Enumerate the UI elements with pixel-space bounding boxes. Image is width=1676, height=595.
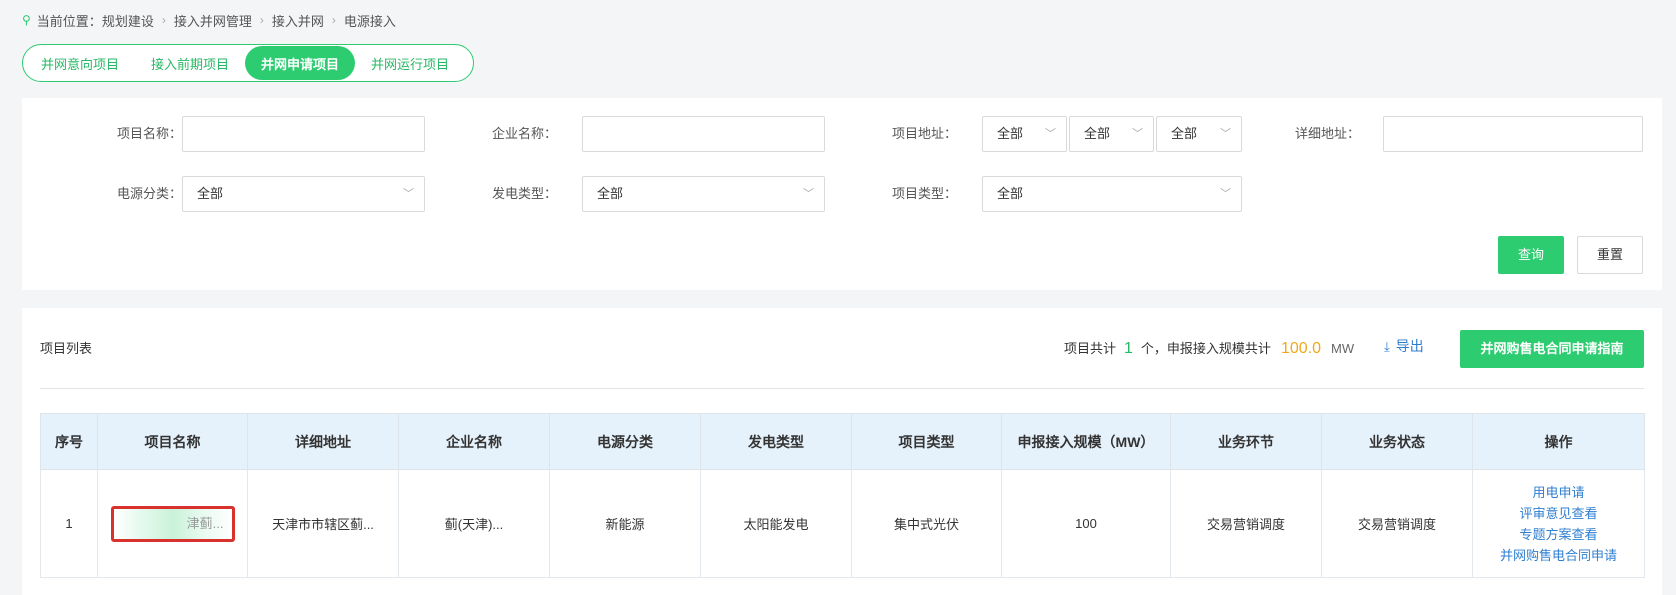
export-link[interactable]: ⤓ 导出 xyxy=(1384,336,1424,356)
generation-type-label: 发电类型： xyxy=(491,186,557,201)
power-category-label: 电源分类： xyxy=(116,186,182,201)
summary-prefix: 项目共计 xyxy=(1064,341,1117,356)
cell-actions: 用电申请 评审意见查看 专题方案查看 并网购售电合同申请 xyxy=(1472,469,1645,578)
breadcrumb-item-access-mgmt[interactable]: 接入并网管理 xyxy=(174,11,252,30)
col-company: 企业名称 xyxy=(398,413,550,470)
col-status: 业务状态 xyxy=(1321,413,1473,470)
project-type-label: 项目类型： xyxy=(891,186,957,201)
scale-unit: MW xyxy=(1330,341,1355,356)
project-count: 1 xyxy=(1124,340,1133,357)
project-address-label: 项目地址： xyxy=(891,126,957,141)
company-name-label: 企业名称： xyxy=(491,126,557,141)
table-header-row: 序号 项目名称 详细地址 企业名称 电源分类 发电类型 项目类型 申报接入规模（… xyxy=(40,413,1645,470)
breadcrumb-item-power-access: 电源接入 xyxy=(343,13,396,29)
location-pin-icon: ⚲ xyxy=(22,13,31,27)
table-row: 1 津蓟... 天津市市辖区蓟... 蓟(天津)... 新能源 太阳能发电 集中… xyxy=(40,469,1645,578)
city-select-value: 全部 xyxy=(1084,126,1111,141)
province-select[interactable]: 全部 ﹀ xyxy=(982,116,1067,152)
project-list-panel: 项目列表 项目共计 1 个，申报接入规模共计 100.0 MW ⤓ 导出 并网购售… xyxy=(22,308,1662,595)
list-summary: 项目共计 1 个，申报接入规模共计 100.0 MW xyxy=(1064,338,1354,358)
detail-address-input[interactable] xyxy=(1383,116,1643,152)
col-scale: 申报接入规模（MW） xyxy=(1001,413,1171,470)
chevron-down-icon: ﹀ xyxy=(1220,128,1231,140)
divider xyxy=(40,388,1644,389)
cell-power-category: 新能源 xyxy=(549,469,701,578)
project-type-value: 全部 xyxy=(997,186,1024,201)
col-stage: 业务环节 xyxy=(1170,413,1322,470)
project-name-link[interactable]: 津蓟... xyxy=(110,505,235,542)
action-topic-plan[interactable]: 专题方案查看 xyxy=(1481,524,1636,545)
col-address: 详细地址 xyxy=(247,413,399,470)
cell-project-type: 集中式光伏 xyxy=(851,469,1002,578)
power-category-select[interactable]: 全部 ﹀ xyxy=(182,176,425,212)
district-select-value: 全部 xyxy=(1171,126,1198,141)
export-label: 导出 xyxy=(1395,338,1424,354)
cell-company: 蓟(天津)... xyxy=(398,469,550,578)
project-table: 序号 项目名称 详细地址 企业名称 电源分类 发电类型 项目类型 申报接入规模（… xyxy=(40,413,1645,578)
city-select[interactable]: 全部 ﹀ xyxy=(1069,116,1154,152)
col-index: 序号 xyxy=(40,413,98,470)
tab-intent-projects[interactable]: 并网意向项目 xyxy=(25,46,135,80)
cell-address: 天津市市辖区蓟... xyxy=(247,469,399,578)
reset-button[interactable]: 重置 xyxy=(1577,236,1643,274)
col-actions: 操作 xyxy=(1472,413,1645,470)
query-button[interactable]: 查询 xyxy=(1498,236,1564,274)
tab-operating-projects[interactable]: 并网运行项目 xyxy=(355,46,465,80)
action-power-application[interactable]: 用电申请 xyxy=(1481,482,1636,503)
company-name-input[interactable] xyxy=(582,116,825,152)
chevron-down-icon: ﹀ xyxy=(403,188,414,200)
district-select[interactable]: 全部 ﹀ xyxy=(1156,116,1242,152)
project-name-input[interactable] xyxy=(182,116,425,152)
download-icon: ⤓ xyxy=(1384,339,1390,354)
filter-panel: 项目名称： 企业名称： 项目地址： 全部 ﹀ 全部 ﹀ 全部 ﹀ 详细地址： 电… xyxy=(22,98,1662,290)
breadcrumb-prefix: 当前位置： xyxy=(36,13,102,29)
col-project-type: 项目类型 xyxy=(851,413,1002,470)
cell-index: 1 xyxy=(40,469,98,578)
province-select-value: 全部 xyxy=(997,126,1024,141)
cell-stage: 交易营销调度 xyxy=(1170,469,1322,578)
chevron-down-icon: ﹀ xyxy=(1045,128,1056,140)
cell-generation-type: 太阳能发电 xyxy=(700,469,852,578)
cell-status: 交易营销调度 xyxy=(1321,469,1473,578)
project-tabs: 并网意向项目 接入前期项目 并网申请项目 并网运行项目 xyxy=(22,44,474,82)
list-title: 项目列表 xyxy=(40,341,93,356)
breadcrumb-item-access[interactable]: 接入并网 xyxy=(272,11,324,30)
chevron-right-icon: › xyxy=(259,13,264,27)
tab-preliminary-projects[interactable]: 接入前期项目 xyxy=(135,46,245,80)
col-power-category: 电源分类 xyxy=(549,413,701,470)
chevron-right-icon: › xyxy=(331,13,336,27)
power-category-value: 全部 xyxy=(197,186,224,201)
chevron-right-icon: › xyxy=(161,13,166,27)
breadcrumb-item-plan[interactable]: 规划建设 xyxy=(102,11,154,30)
action-contract-application[interactable]: 并网购售电合同申请 xyxy=(1481,545,1636,566)
chevron-down-icon: ﹀ xyxy=(803,188,814,200)
summary-mid: 个，申报接入规模共计 xyxy=(1140,341,1271,356)
contract-guide-button[interactable]: 并网购售电合同申请指南 xyxy=(1460,330,1644,368)
detail-address-label: 详细地址： xyxy=(1294,126,1360,141)
generation-type-select[interactable]: 全部 ﹀ xyxy=(582,176,825,212)
tab-application-projects[interactable]: 并网申请项目 xyxy=(245,46,356,80)
col-generation-type: 发电类型 xyxy=(700,413,852,470)
project-type-select[interactable]: 全部 ﹀ xyxy=(982,176,1242,212)
breadcrumb: ⚲ 当前位置： 规划建设 › 接入并网管理 › 接入并网 › 电源接入 xyxy=(22,10,396,30)
cell-scale: 100 xyxy=(1001,469,1171,578)
chevron-down-icon: ﹀ xyxy=(1132,128,1143,140)
action-review-opinions[interactable]: 评审意见查看 xyxy=(1481,503,1636,524)
generation-type-value: 全部 xyxy=(597,186,624,201)
project-name-label: 项目名称： xyxy=(116,126,182,141)
total-scale: 100.0 xyxy=(1280,340,1321,357)
chevron-down-icon: ﹀ xyxy=(1220,188,1231,200)
cell-project-name: 津蓟... xyxy=(97,469,248,578)
col-project-name: 项目名称 xyxy=(97,413,248,470)
